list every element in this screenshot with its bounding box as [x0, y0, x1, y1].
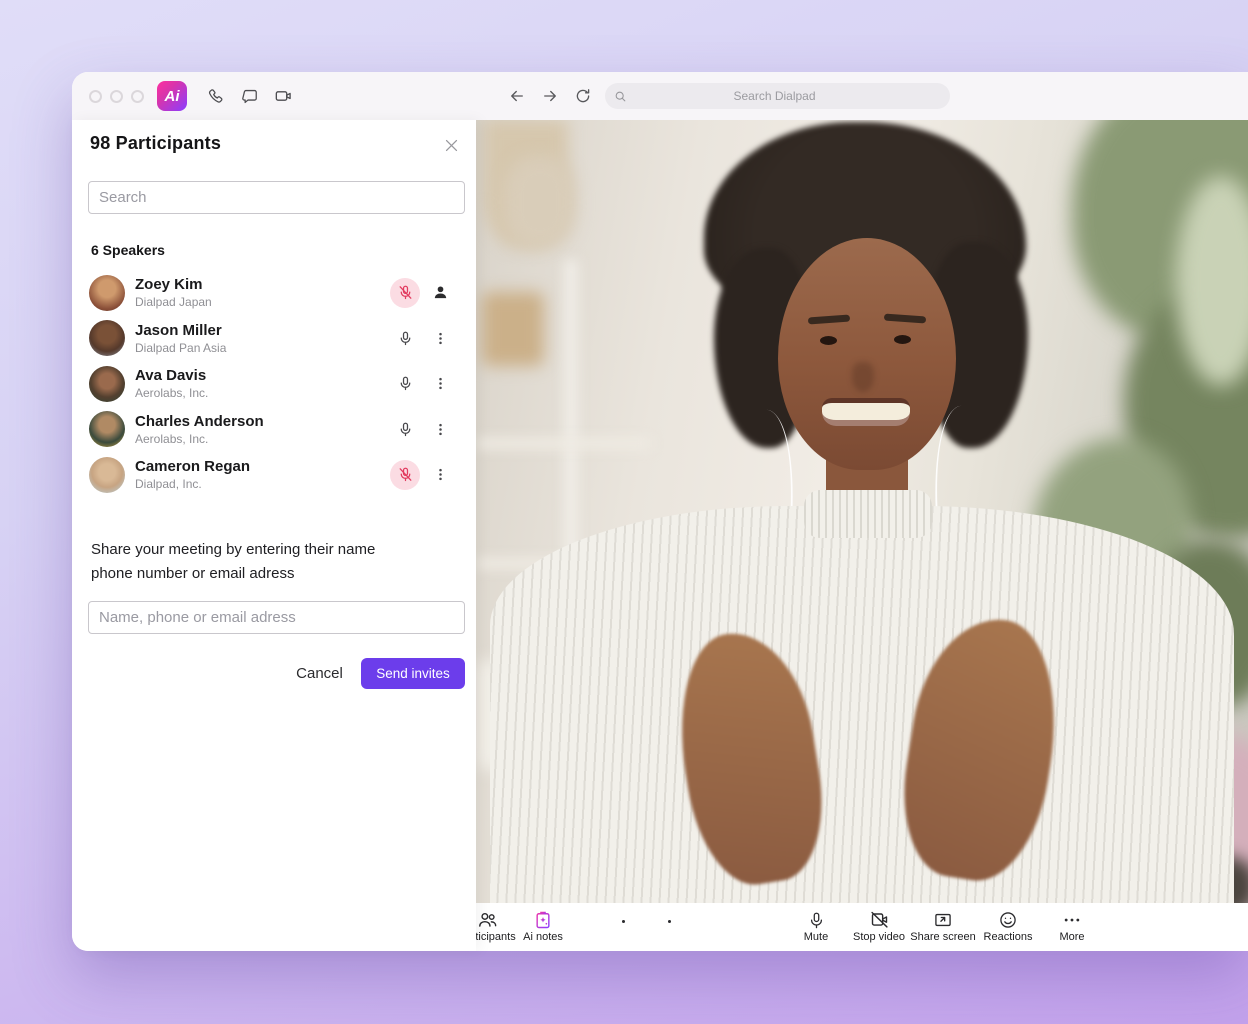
person-face-feature — [820, 336, 837, 345]
global-search — [605, 83, 950, 109]
person-sweater — [490, 506, 1234, 903]
more-dots-icon — [1026, 908, 1118, 930]
participant-name: Ava Davis — [135, 367, 208, 384]
kebab-menu-icon[interactable] — [428, 463, 452, 487]
invite-input[interactable] — [88, 601, 465, 634]
kebab-menu-icon[interactable] — [428, 326, 452, 350]
mic-muted-icon[interactable] — [390, 278, 420, 308]
video-feed — [476, 120, 1248, 903]
chat-icon[interactable] — [238, 85, 260, 107]
person-face-feature — [852, 362, 874, 392]
toolbar-ai-notes-button[interactable]: Ai notes — [497, 908, 589, 943]
window-controls — [89, 90, 144, 103]
participant-row[interactable]: Ava Davis Aerolabs, Inc. — [72, 361, 476, 407]
kebab-menu-icon[interactable] — [428, 417, 452, 441]
participant-org: Dialpad, Inc. — [135, 477, 250, 491]
window-titlebar: Ai — [72, 72, 1248, 120]
window-close-button[interactable] — [89, 90, 102, 103]
search-icon — [614, 90, 627, 103]
participant-name: Zoey Kim — [135, 276, 212, 293]
participant-org: Aerolabs, Inc. — [135, 386, 208, 400]
decoration-shape — [482, 292, 544, 366]
mic-muted-icon[interactable] — [390, 460, 420, 490]
participant-org: Dialpad Pan Asia — [135, 341, 226, 355]
cancel-button[interactable]: Cancel — [277, 658, 362, 689]
person-face-feature — [894, 335, 911, 344]
avatar — [89, 457, 125, 493]
participant-name: Charles Anderson — [135, 413, 264, 430]
toolbar-more-button[interactable]: More — [1026, 908, 1118, 943]
back-arrow-icon[interactable] — [506, 85, 528, 107]
participant-row[interactable]: Jason Miller Dialpad Pan Asia — [72, 316, 476, 362]
avatar — [89, 411, 125, 447]
separator-dot — [622, 920, 625, 923]
participant-row[interactable]: Cameron Regan Dialpad, Inc. — [72, 452, 476, 498]
avatar — [89, 366, 125, 402]
kebab-menu-icon[interactable] — [428, 372, 452, 396]
send-invites-button[interactable]: Send invites — [361, 658, 465, 689]
decoration-shape — [476, 438, 651, 449]
participants-list: Zoey Kim Dialpad Japan Jason Miller Dial… — [72, 270, 476, 498]
person-icon[interactable] — [428, 281, 452, 305]
participant-name: Cameron Regan — [135, 458, 250, 475]
close-icon[interactable] — [439, 133, 463, 157]
video-camera-icon[interactable] — [272, 85, 294, 107]
window-zoom-button[interactable] — [131, 90, 144, 103]
toolbar-label: More — [1026, 931, 1118, 943]
participant-org: Dialpad Japan — [135, 295, 212, 309]
window-minimize-button[interactable] — [110, 90, 123, 103]
panel-title: 98 Participants — [90, 133, 221, 154]
reload-icon[interactable] — [572, 85, 594, 107]
global-search-input[interactable] — [627, 83, 950, 109]
avatar — [89, 275, 125, 311]
mic-on-icon[interactable] — [390, 369, 420, 399]
dialpad-logo: Ai — [157, 81, 187, 111]
mic-on-icon[interactable] — [390, 323, 420, 353]
participant-row[interactable]: Zoey Kim Dialpad Japan — [72, 270, 476, 316]
ai-notes-icon — [497, 908, 589, 930]
decoration-shape — [504, 156, 576, 248]
phone-icon[interactable] — [204, 85, 226, 107]
person-face — [778, 238, 956, 470]
participants-search-input[interactable] — [88, 181, 465, 214]
toolbar-label: Ai notes — [497, 931, 589, 943]
forward-arrow-icon[interactable] — [539, 85, 561, 107]
participant-org: Aerolabs, Inc. — [135, 432, 264, 446]
participant-name: Jason Miller — [135, 322, 226, 339]
meeting-toolbar: Participants Ai notes Mute — [476, 903, 1248, 951]
avatar — [89, 320, 125, 356]
participant-row[interactable]: Charles Anderson Aerolabs, Inc. — [72, 407, 476, 453]
person-sweater-collar — [804, 490, 932, 538]
person-face-feature — [822, 398, 910, 426]
mic-on-icon[interactable] — [390, 414, 420, 444]
speakers-section-title: 6 Speakers — [91, 242, 165, 258]
app-window: Ai — [72, 72, 1248, 951]
invite-instructions: Share your meeting by entering their nam… — [91, 538, 421, 586]
separator-dot — [668, 920, 671, 923]
participants-panel: 98 Participants 6 Speakers Zoey Kim Dial… — [72, 120, 476, 951]
